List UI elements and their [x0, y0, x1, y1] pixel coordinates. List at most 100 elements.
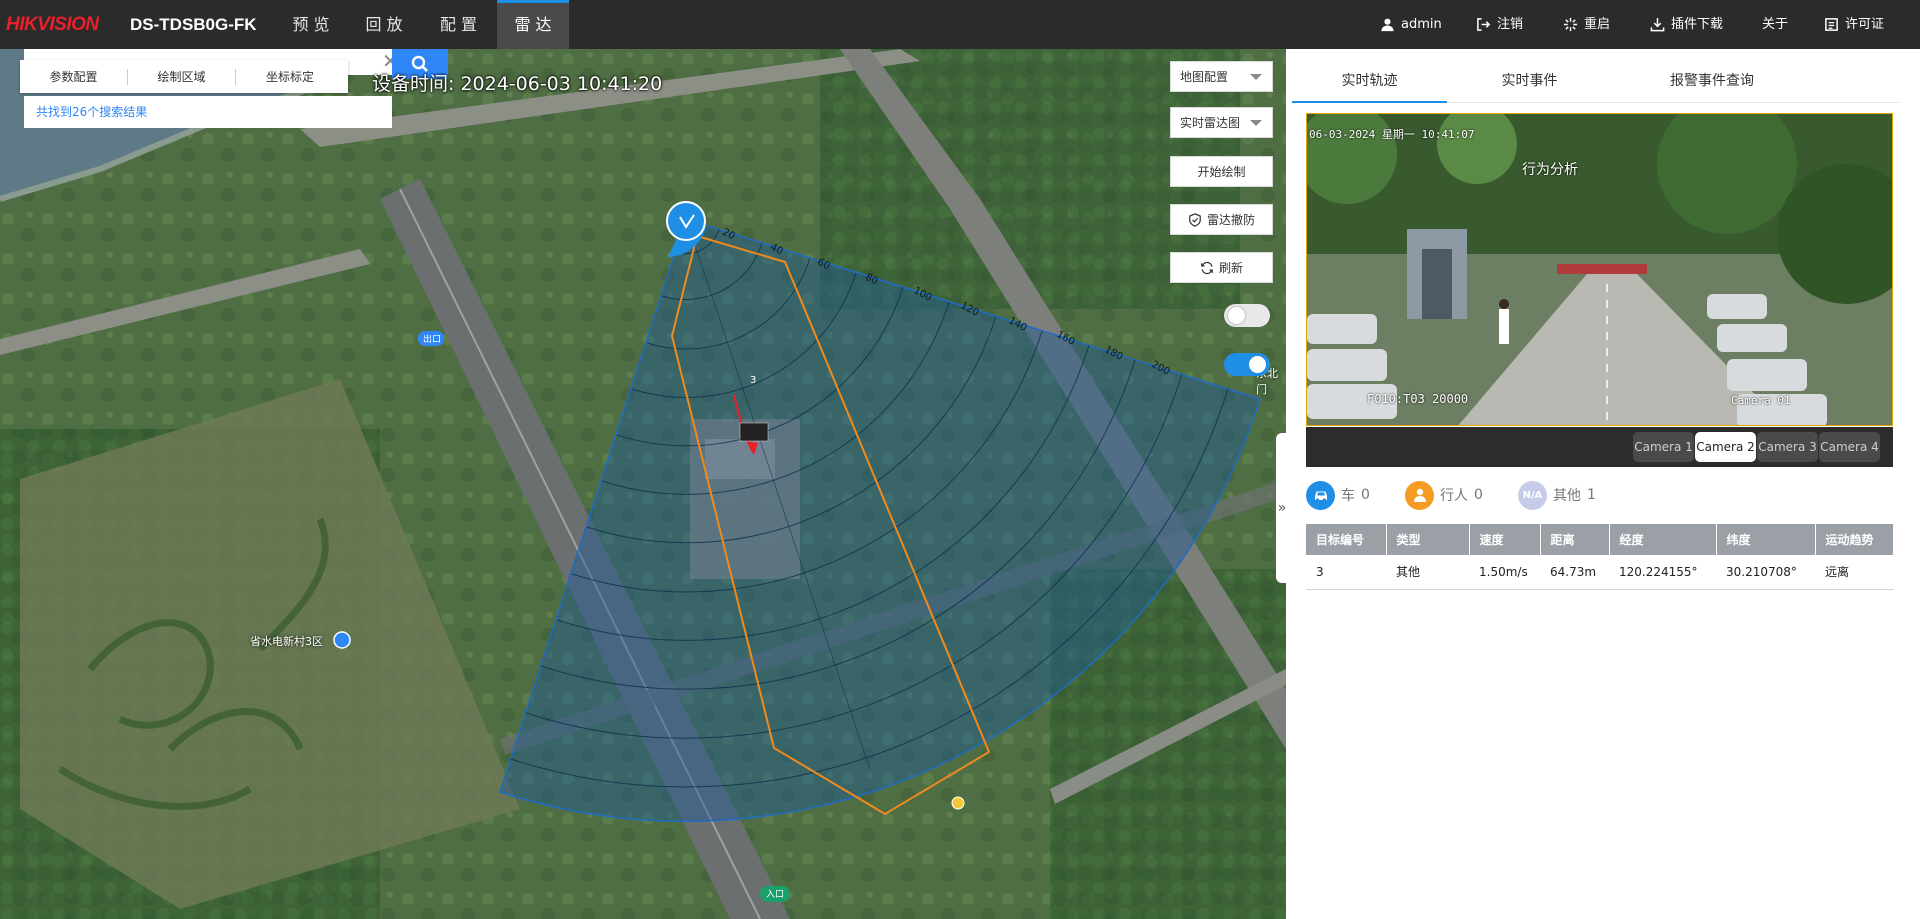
col-latitude: 纬度 — [1716, 524, 1816, 555]
user-icon — [1381, 18, 1394, 32]
about-label: 关于 — [1762, 17, 1789, 32]
cell-speed: 1.50m/s — [1469, 555, 1540, 590]
license-label: 许可证 — [1845, 17, 1885, 32]
cell-type: 其他 — [1386, 555, 1469, 590]
panel-tabs: 实时轨迹 实时事件 报警事件查询 — [1292, 63, 1899, 103]
collapse-panel-button[interactable]: » — [1276, 433, 1286, 583]
col-target-id: 目标编号 — [1306, 524, 1387, 555]
poi-label: 省水电新村3区 — [250, 635, 323, 648]
hikvision-logo: HIKVISION — [6, 14, 99, 35]
camera-2-button[interactable]: Camera 2 — [1695, 432, 1756, 462]
toggle-knob — [1228, 307, 1245, 324]
cell-target-id: 3 — [1306, 555, 1386, 590]
tab-coordinate-calibration[interactable]: 坐标标定 — [236, 69, 344, 85]
camera-1-button[interactable]: Camera 1 — [1633, 432, 1694, 462]
reboot-icon — [1563, 17, 1578, 32]
license-button[interactable]: 许可证 — [1824, 0, 1884, 49]
radar-disarm-label: 雷达撤防 — [1206, 213, 1255, 227]
start-draw-button[interactable]: 开始绘制 — [1170, 156, 1273, 187]
other-count-value: 1 — [1587, 487, 1596, 503]
tab-alarm-query[interactable]: 报警事件查询 — [1617, 63, 1807, 103]
device-time: 设备时间: 2024-06-03 10:41:20 — [372, 73, 663, 95]
radar-view-dropdown[interactable]: 实时雷达图 — [1170, 107, 1273, 138]
table-header-row: 目标编号 类型 速度 距离 经度 纬度 运动趋势 — [1306, 524, 1894, 555]
tab-playback[interactable]: 回 放 — [354, 0, 414, 49]
radar-view-label: 实时雷达图 — [1180, 116, 1241, 130]
map-config-dropdown[interactable]: 地图配置 — [1170, 61, 1273, 92]
reboot-label: 重启 — [1584, 17, 1611, 32]
col-speed: 速度 — [1469, 524, 1541, 555]
radar-map[interactable]: 20 40 60 80 100 120 140 160 180 200 出口 入口 省水电新村3区… — [0, 49, 1286, 919]
entrance-label: 入口 — [766, 890, 785, 900]
plugin-download-label: 插件下载 — [1671, 17, 1724, 32]
map-config-label: 地图配置 — [1180, 70, 1229, 84]
col-type: 类型 — [1386, 524, 1470, 555]
plugin-download-button[interactable]: 插件下载 — [1650, 0, 1723, 49]
logout-button[interactable]: 注销 — [1476, 0, 1523, 49]
start-draw-label: 开始绘制 — [1197, 165, 1246, 179]
refresh-button[interactable]: 刷新 — [1170, 252, 1273, 283]
pedestrian-count: 行人 0 — [1405, 480, 1483, 510]
right-panel: 实时轨迹 实时事件 报警事件查询 06-03-2024 星期一 10:41:07… — [1286, 49, 1920, 919]
video-scene — [1307, 114, 1892, 425]
tab-realtime-events[interactable]: 实时事件 — [1452, 63, 1607, 103]
refresh-label: 刷新 — [1218, 261, 1243, 275]
device-model: DS-TDSB0G-FK — [130, 15, 257, 34]
shield-icon — [1189, 212, 1201, 227]
other-label: 其他 — [1553, 488, 1581, 504]
tab-config[interactable]: 配 置 — [425, 0, 492, 49]
cell-latitude: 30.210708° — [1716, 555, 1815, 590]
search-results-link[interactable]: 共找到26个搜索结果 — [24, 96, 392, 128]
toggle-knob — [1249, 356, 1266, 373]
radar-disarm-button[interactable]: 雷达撤防 — [1170, 204, 1273, 235]
tab-draw-area[interactable]: 绘制区域 — [128, 68, 236, 85]
cell-distance: 64.73m — [1540, 555, 1609, 590]
about-button[interactable]: 关于 — [1762, 0, 1788, 49]
camera-video-feed[interactable]: 06-03-2024 星期一 10:41:07 行为分析 F010:T03 20… — [1306, 113, 1893, 426]
person-icon — [1405, 480, 1434, 510]
camera-4-button[interactable]: Camera 4 — [1819, 432, 1880, 462]
video-gate — [1557, 264, 1647, 274]
target-id-label: 3 — [750, 375, 757, 386]
logout-icon — [1477, 18, 1491, 31]
video-pedestrian-head — [1499, 299, 1509, 309]
vehicle-count: 车 0 — [1306, 480, 1370, 510]
download-icon — [1650, 17, 1665, 32]
username: admin — [1401, 17, 1442, 32]
camera-selector: Camera 1 Camera 2 Camera 3 Camera 4 — [1306, 427, 1893, 467]
top-navigation-bar: HIKVISION DS-TDSB0G-FK 预 览 回 放 配 置 雷 达 a… — [0, 0, 1920, 49]
vehicle-label: 车 — [1341, 488, 1355, 504]
chevron-down-icon — [1250, 120, 1262, 126]
tab-parameter-config[interactable]: 参数配置 — [20, 68, 128, 85]
video-building-door — [1422, 249, 1452, 319]
car-icon — [1306, 480, 1335, 510]
satellite-map-image[interactable] — [0, 49, 1286, 919]
col-distance: 距离 — [1540, 524, 1610, 555]
tab-realtime-track[interactable]: 实时轨迹 — [1292, 63, 1447, 103]
video-pedestrian — [1499, 309, 1509, 344]
refresh-icon — [1201, 261, 1213, 274]
na-icon: N/A — [1518, 480, 1547, 510]
reboot-button[interactable]: 重启 — [1563, 0, 1610, 49]
layer-toggle-on[interactable] — [1224, 353, 1270, 376]
tab-preview[interactable]: 预 览 — [268, 0, 354, 49]
user-menu[interactable]: admin — [1380, 0, 1442, 49]
layer-toggle-off[interactable] — [1224, 304, 1270, 327]
other-count: N/A 其他 1 — [1518, 480, 1596, 510]
exit-label: 出口 — [423, 335, 442, 345]
cell-motion-trend: 远离 — [1815, 555, 1894, 590]
chevron-down-icon — [1250, 74, 1262, 80]
video-timestamp: 06-03-2024 星期一 10:41:07 — [1309, 128, 1475, 141]
col-longitude: 经度 — [1609, 524, 1717, 555]
vehicle-count-value: 0 — [1361, 487, 1370, 503]
table-row[interactable]: 3 其他 1.50m/s 64.73m 120.224155° 30.21070… — [1306, 555, 1894, 590]
camera-3-button[interactable]: Camera 3 — [1757, 432, 1818, 462]
poi-icon — [333, 631, 351, 649]
tab-radar[interactable]: 雷 达 — [497, 0, 569, 49]
video-camera-label: Camera 01 — [1731, 394, 1791, 407]
video-overlay-text: 行为分析 — [1522, 162, 1578, 178]
col-motion-trend: 运动趋势 — [1815, 524, 1894, 555]
map-tool-tabs: 参数配置 绘制区域 坐标标定 — [20, 60, 348, 93]
target-table: 目标编号 类型 速度 距离 经度 纬度 运动趋势 3 其他 1.50m/s 64… — [1306, 524, 1894, 590]
pedestrian-label: 行人 — [1440, 488, 1468, 504]
